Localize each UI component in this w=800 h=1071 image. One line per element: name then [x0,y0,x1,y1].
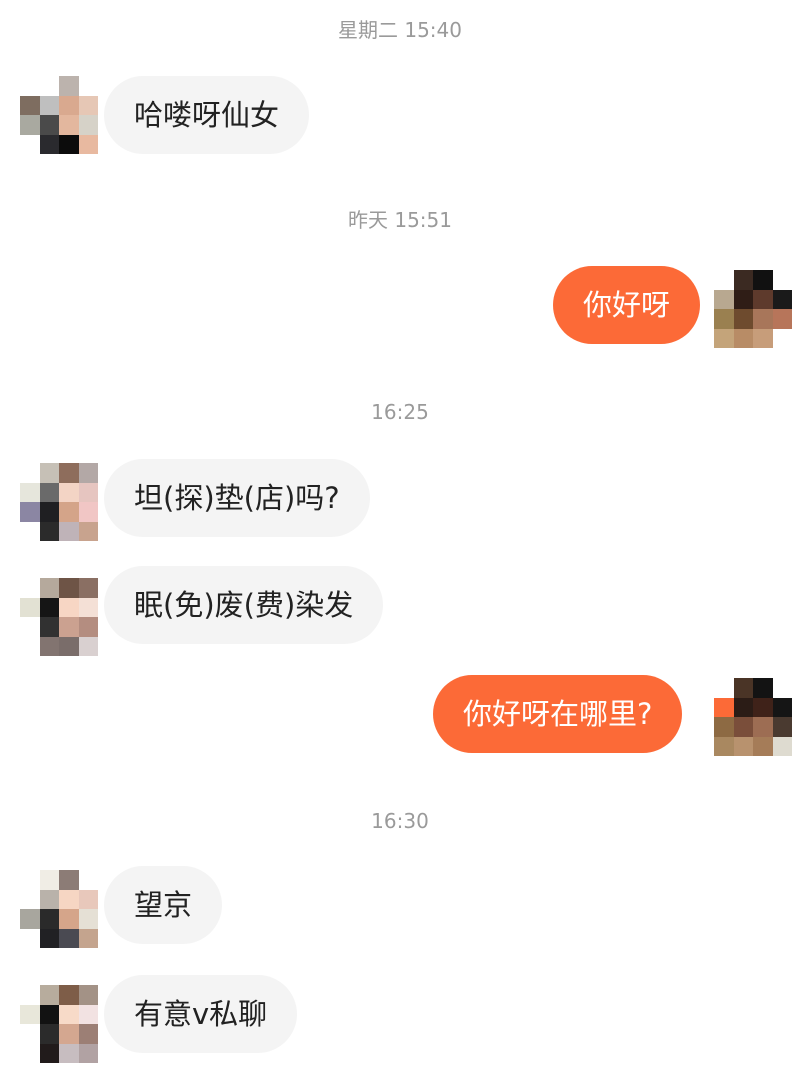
message-bubble-sent[interactable]: 你好呀在哪里? [433,675,683,753]
message-bubble-received[interactable]: 眠(免)废(费)染发 [104,566,384,644]
user-avatar[interactable] [714,270,792,348]
message-bubble-received[interactable]: 望京 [104,866,223,944]
message-bubble-received[interactable]: 哈喽呀仙女 [104,76,310,154]
message-bubble-received[interactable]: 坦(探)垫(店)吗? [104,459,370,537]
message-bubble-received[interactable]: 有意v私聊 [104,975,298,1053]
timestamp: 昨天 15:51 [348,208,452,232]
contact-avatar[interactable] [20,463,98,541]
contact-avatar[interactable] [20,76,98,154]
contact-avatar[interactable] [20,578,98,656]
user-avatar[interactable] [714,678,792,756]
contact-avatar[interactable] [20,870,98,948]
timestamp: 16:25 [371,400,429,424]
contact-avatar[interactable] [20,985,98,1063]
timestamp: 16:30 [371,809,429,833]
message-bubble-sent[interactable]: 你好呀 [553,266,701,344]
timestamp: 星期二 15:40 [338,18,462,42]
